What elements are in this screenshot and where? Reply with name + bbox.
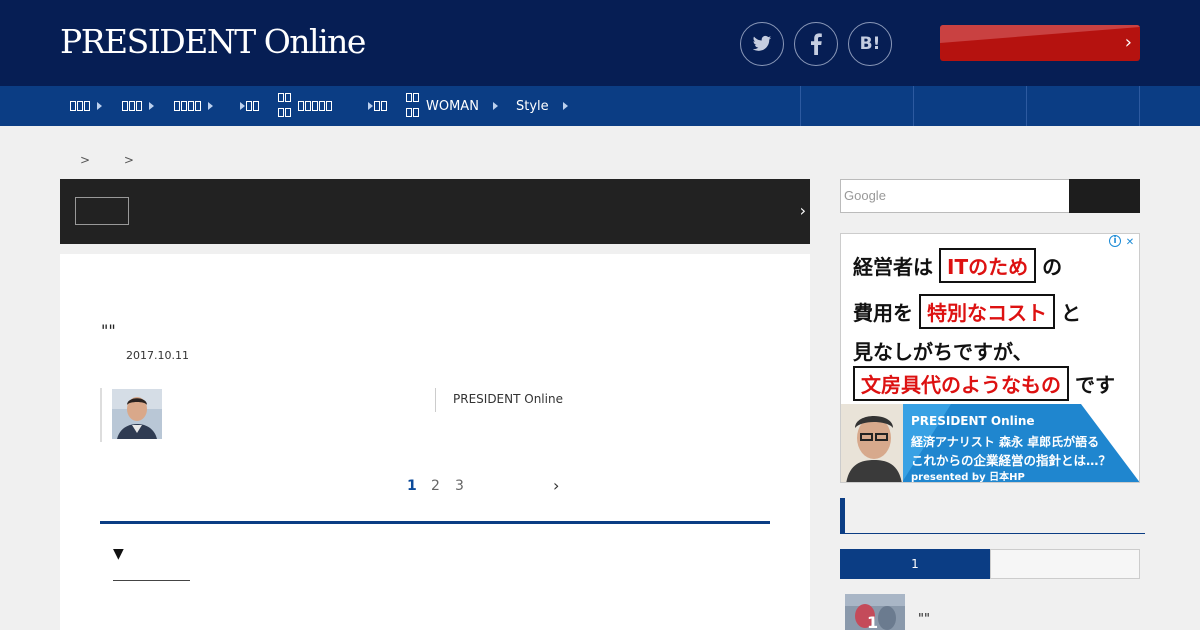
caret-right-icon xyxy=(562,102,568,110)
twitter-share-button[interactable] xyxy=(740,22,784,66)
article-title: "" xyxy=(101,321,116,340)
article-source: PRESIDENT Online xyxy=(453,392,563,406)
ad-line-2: 費用を 特別なコスト と xyxy=(853,294,1081,329)
article-card xyxy=(60,254,810,630)
ad-text: です xyxy=(1075,373,1115,397)
toc-underline xyxy=(113,580,190,581)
ad-subline: presented by 日本HP xyxy=(911,472,1025,483)
nav-item-4[interactable] xyxy=(240,86,260,126)
nav-divider xyxy=(1139,86,1140,126)
ad-info-icon[interactable]: i xyxy=(1109,235,1121,247)
ranking-number: 1 xyxy=(867,613,879,630)
main-nav: WOMAN Style xyxy=(0,86,1200,126)
breadcrumb-separator: > xyxy=(123,153,134,167)
header-promo-button[interactable]: › xyxy=(940,25,1140,61)
site-logo[interactable]: PRESIDENT Online xyxy=(60,22,366,61)
caret-right-icon xyxy=(492,102,498,110)
ad-line-1: 経営者は ITのため の xyxy=(853,248,1062,283)
ad-controls: i ✕ xyxy=(1109,235,1137,249)
nav-item-1-label xyxy=(70,99,91,114)
hatena-bookmark-icon: B! xyxy=(859,34,881,54)
pagination-next-icon[interactable]: › xyxy=(553,476,559,495)
twitter-icon xyxy=(752,35,772,51)
pagination-page-2[interactable]: 2 xyxy=(431,478,440,494)
category-tag[interactable] xyxy=(75,197,129,225)
nav-item-6-label xyxy=(374,99,388,114)
nav-item-6[interactable] xyxy=(368,86,388,126)
ad-footer-banner: PRESIDENT Online 経済アナリスト 森永 卓郎氏が語る これからの… xyxy=(841,404,1139,483)
ad-text: 見なしがちですが、 xyxy=(853,340,1033,364)
ad-text: の xyxy=(1042,255,1063,279)
section-rule xyxy=(100,521,770,524)
author-avatar[interactable] xyxy=(112,389,162,439)
nav-item-1[interactable] xyxy=(70,86,102,126)
nav-item-woman-label: WOMAN xyxy=(426,98,479,114)
author-divider xyxy=(435,388,436,412)
nav-item-2[interactable] xyxy=(122,86,154,126)
ranking-header xyxy=(840,498,1145,534)
search-button[interactable] xyxy=(1069,179,1140,213)
ad-subline: 経済アナリスト 森永 卓郎氏が語る xyxy=(911,435,1100,449)
nav-item-3[interactable] xyxy=(174,86,213,126)
caret-right-icon xyxy=(208,102,213,110)
ranking-item-title[interactable]: "" xyxy=(918,612,930,627)
ranking-tab-1[interactable]: 1 xyxy=(840,549,990,579)
ad-brand: PRESIDENT Online xyxy=(911,414,1035,428)
nav-item-4-label xyxy=(246,99,260,114)
ad-text: と xyxy=(1061,301,1081,325)
article-date: 2017.10.11 xyxy=(126,349,189,362)
nav-item-2-label xyxy=(122,99,143,114)
promo-stripe-graphic xyxy=(940,25,1140,43)
pagination-page-3[interactable]: 3 xyxy=(455,478,464,494)
breadcrumb: > > xyxy=(80,153,164,167)
ad-highlight: 特別なコスト xyxy=(919,294,1055,329)
caret-right-icon xyxy=(240,102,245,110)
nav-divider xyxy=(800,86,801,126)
ad-highlight: ITのため xyxy=(939,248,1037,283)
nav-item-style-label: Style xyxy=(516,98,549,114)
ad-highlight: 文房具代のようなもの xyxy=(853,366,1069,401)
caret-right-icon xyxy=(368,102,373,110)
ad-text: 経営者は xyxy=(853,255,933,279)
pagination-page-1[interactable]: 1 xyxy=(407,478,417,494)
caret-right-icon xyxy=(149,102,154,110)
nav-item-woman[interactable]: WOMAN xyxy=(406,86,498,126)
ad-line-3: 見なしがちですが、 xyxy=(853,336,1033,365)
nav-divider xyxy=(913,86,914,126)
ad-subline: これからの企業経営の指針とは…？ xyxy=(911,453,1112,468)
toc-toggle-icon[interactable]: ▼ xyxy=(113,546,124,562)
nav-item-5[interactable] xyxy=(278,86,333,126)
ad-text: 費用を xyxy=(853,301,913,325)
nav-item-style[interactable]: Style xyxy=(516,86,568,126)
nav-item-3-label xyxy=(174,99,202,114)
author-photo xyxy=(112,389,162,439)
breadcrumb-separator: > xyxy=(80,153,91,167)
sidebar-ad[interactable]: i ✕ 経営者は ITのため の 費用を 特別なコスト と 見なしがちですが、 … xyxy=(840,233,1140,483)
category-banner[interactable]: › xyxy=(60,179,810,244)
chevron-right-icon: › xyxy=(1124,32,1132,53)
author-accent-bar xyxy=(100,388,102,442)
ad-line-4: 文房具代のようなもの です xyxy=(853,366,1115,401)
nav-item-woman-icon xyxy=(406,91,420,121)
facebook-icon xyxy=(811,33,822,55)
nav-item-5-label xyxy=(298,99,333,114)
search-input[interactable]: Google xyxy=(840,179,1070,213)
hatena-bookmark-button[interactable]: B! xyxy=(848,22,892,66)
facebook-share-button[interactable] xyxy=(794,22,838,66)
chevron-right-icon: › xyxy=(799,201,806,220)
site-header: PRESIDENT Online B! › xyxy=(0,0,1200,86)
ranking-tab-2[interactable] xyxy=(990,549,1140,579)
nav-divider xyxy=(1026,86,1027,126)
nav-item-5-icon xyxy=(278,91,292,121)
caret-right-icon xyxy=(97,102,102,110)
ad-close-icon[interactable]: ✕ xyxy=(1123,235,1137,249)
